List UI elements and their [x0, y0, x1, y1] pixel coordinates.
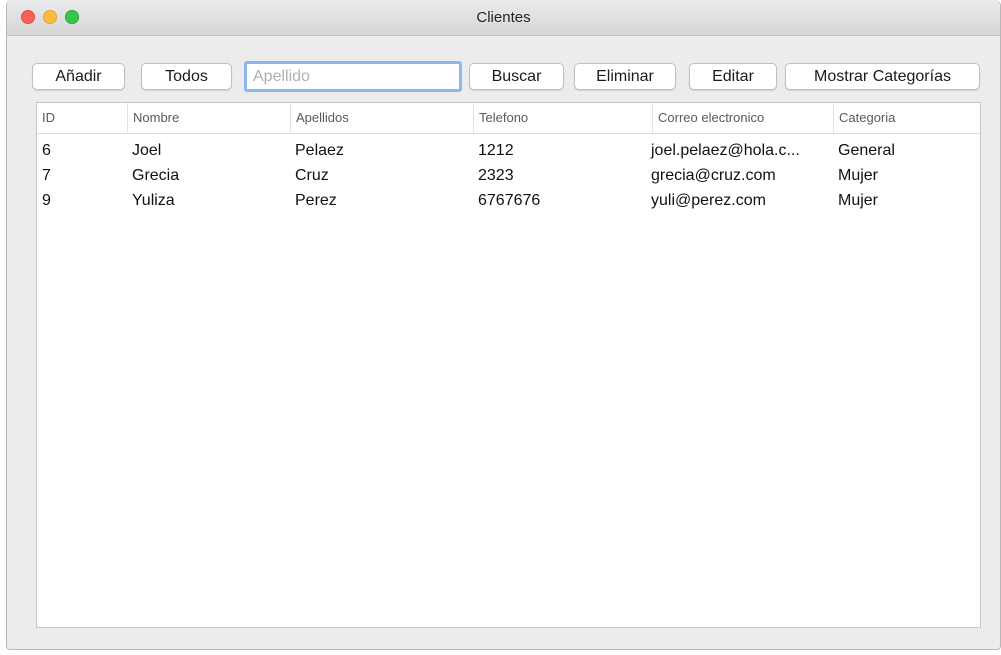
cell-nombre: Grecia [132, 167, 180, 184]
cell-telefono: 1212 [478, 142, 514, 159]
cell-id: 9 [42, 192, 51, 209]
cell-telefono: 2323 [478, 167, 514, 184]
clients-table[interactable]: ID Nombre Apellidos Telefono Correo elec… [36, 102, 981, 628]
cell-id: 6 [42, 142, 51, 159]
column-header-correo[interactable]: Correo electronico [652, 103, 833, 133]
window-title: Clientes [476, 9, 531, 26]
cell-categoria: General [838, 142, 895, 159]
cell-correo: yuli@perez.com [651, 192, 766, 209]
table-row[interactable]: 9 Yuliza Perez 6767676 yuli@perez.com Mu… [37, 188, 980, 213]
cell-apellidos: Pelaez [295, 142, 344, 159]
app-window: Clientes Añadir Todos Buscar Eliminar Ed… [6, 0, 1001, 650]
table-header: ID Nombre Apellidos Telefono Correo elec… [37, 103, 980, 134]
column-header-categoria[interactable]: Categoria [833, 103, 981, 133]
cell-apellidos: Cruz [295, 167, 329, 184]
show-categories-button[interactable]: Mostrar Categorías [785, 63, 980, 90]
edit-button[interactable]: Editar [689, 63, 777, 90]
cell-id: 7 [42, 167, 51, 184]
column-header-id[interactable]: ID [37, 103, 127, 133]
column-header-telefono[interactable]: Telefono [473, 103, 652, 133]
column-header-nombre[interactable]: Nombre [127, 103, 290, 133]
cell-categoria: Mujer [838, 167, 879, 184]
cell-correo: joel.pelaez@hola.c... [651, 142, 800, 159]
cell-correo: grecia@cruz.com [651, 167, 776, 184]
title-bar[interactable]: Clientes [7, 0, 1000, 36]
add-button[interactable]: Añadir [32, 63, 125, 90]
cell-apellidos: Perez [295, 192, 337, 209]
all-button[interactable]: Todos [141, 63, 232, 90]
column-header-apellidos[interactable]: Apellidos [290, 103, 473, 133]
cell-telefono: 6767676 [478, 192, 541, 209]
cell-categoria: Mujer [838, 192, 879, 209]
table-row[interactable]: 7 Grecia Cruz 2323 grecia@cruz.com Mujer [37, 163, 980, 188]
surname-search-input[interactable] [244, 61, 462, 92]
delete-button[interactable]: Eliminar [574, 63, 676, 90]
search-button[interactable]: Buscar [469, 63, 564, 90]
cell-nombre: Joel [132, 142, 162, 159]
cell-nombre: Yuliza [132, 192, 175, 209]
table-row[interactable]: 6 Joel Pelaez 1212 joel.pelaez@hola.c...… [37, 138, 980, 163]
